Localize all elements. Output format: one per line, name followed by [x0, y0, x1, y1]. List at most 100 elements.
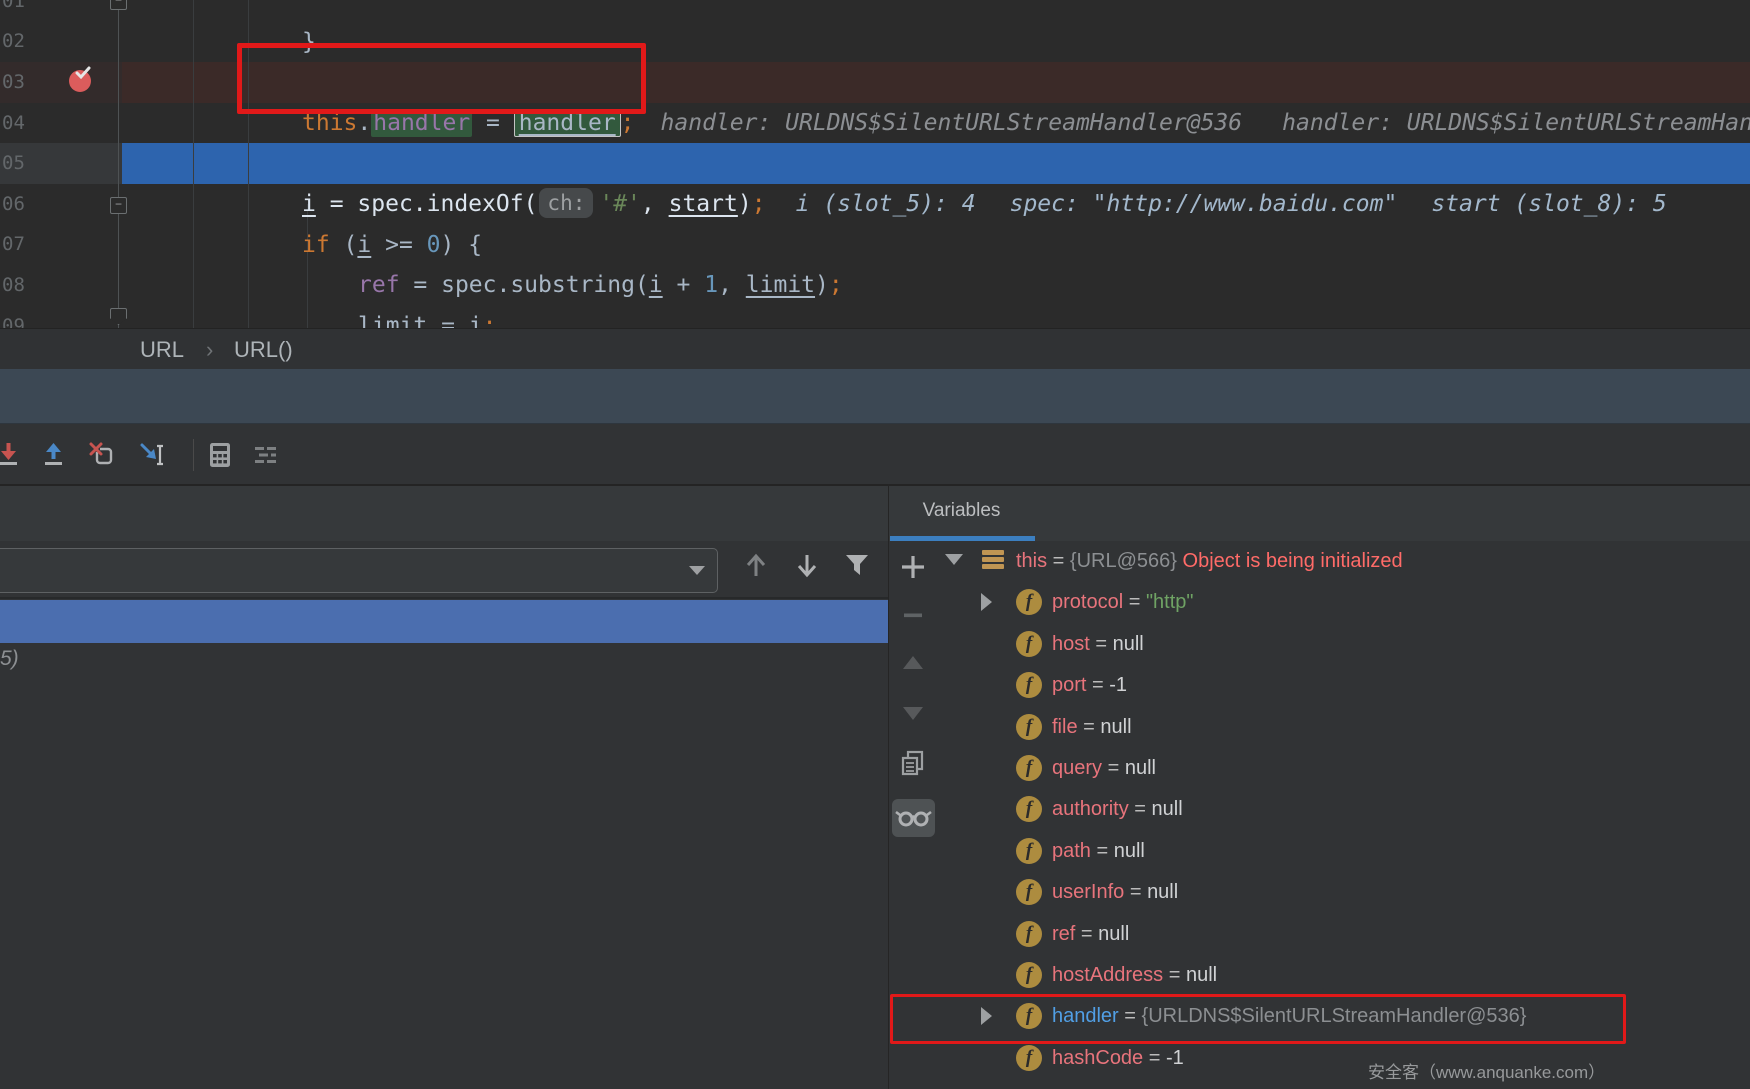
assign-token: = — [1143, 1047, 1166, 1069]
variable-row[interactable]: f handler = {URLDNS$SilentURLStreamHandl… — [938, 996, 1750, 1037]
variable-name: query — [1052, 757, 1102, 779]
variable-name: authority — [1052, 798, 1129, 820]
field-icon: f — [1016, 714, 1042, 740]
variable-row[interactable]: f host = null — [938, 624, 1750, 665]
field-icon: f — [1016, 921, 1042, 947]
variable-value: null — [1114, 840, 1145, 862]
tab-variables[interactable]: Variables — [888, 486, 1035, 541]
variable-row[interactable]: f hashCode = -1 — [938, 1038, 1750, 1079]
variable-value: null — [1098, 923, 1129, 945]
step-out-button[interactable] — [40, 441, 68, 469]
field-icon: f — [1016, 672, 1042, 698]
debug-toolwindow-band — [0, 369, 1750, 424]
variable-text: port = -1 — [1052, 665, 1127, 706]
previous-frame-button[interactable] — [742, 550, 770, 582]
remove-watch-button[interactable] — [899, 601, 927, 629]
variable-text: authority = null — [1052, 789, 1183, 830]
assign-token: = — [1102, 757, 1125, 779]
variable-value: null — [1147, 881, 1178, 903]
variable-row[interactable]: f hostAddress = null — [938, 955, 1750, 996]
duplicate-button[interactable] — [899, 749, 927, 777]
debugger-window: − − 01 02 03 04 05 06 07 08 09 } this.ha… — [0, 0, 1750, 1089]
fold-collapse-icon[interactable]: − — [110, 197, 127, 214]
chevron-right-icon: › — [206, 329, 213, 370]
variable-text: query = null — [1052, 748, 1156, 789]
watermark-text: 安全客（www.anquanke.com） — [1368, 1058, 1605, 1083]
debugger-tab-row: Variables — [0, 486, 1750, 541]
field-icon: f — [1016, 1045, 1042, 1071]
stack-frame-partial-text[interactable]: 5) — [0, 647, 19, 671]
toolbar-separator — [193, 439, 194, 471]
variable-value: -1 — [1166, 1047, 1184, 1069]
field-icon: f — [1016, 589, 1042, 615]
variable-row[interactable]: f authority = null — [938, 789, 1750, 830]
variable-value: -1 — [1109, 674, 1127, 696]
field-icon: f — [1016, 879, 1042, 905]
variable-name: host — [1052, 633, 1090, 655]
chevron-down-icon — [689, 566, 705, 575]
variable-name: hashCode — [1052, 1047, 1143, 1069]
code-editor[interactable]: − − 01 02 03 04 05 06 07 08 09 } this.ha… — [0, 0, 1750, 328]
filter-frames-icon[interactable] — [843, 550, 871, 582]
variable-value: null — [1152, 798, 1183, 820]
frames-panel: 5) — [0, 541, 888, 1089]
drop-frame-button[interactable] — [88, 441, 116, 469]
inline-debug-hint: handler: URLDNS$SilentURLStreamHandler@5… — [661, 110, 1243, 136]
variable-row[interactable]: f ref = null — [938, 914, 1750, 955]
glasses-icon — [892, 799, 935, 837]
variable-name: ref — [1052, 923, 1075, 945]
annotation-rect-breakpoint-line — [237, 43, 646, 114]
assign-token: = — [1091, 840, 1114, 862]
variable-row[interactable]: f protocol = "http" — [938, 582, 1750, 623]
variable-name: protocol — [1052, 591, 1123, 613]
variable-row-this[interactable]: this = {URL@566} Object is being initial… — [938, 541, 1750, 582]
selected-stack-frame-row[interactable] — [0, 600, 888, 643]
assign-token: = — [1075, 923, 1098, 945]
frames-list-top-border — [0, 597, 888, 599]
variable-row[interactable]: f path = null — [938, 831, 1750, 872]
step-into-button[interactable] — [0, 441, 22, 469]
view-options-button[interactable] — [252, 441, 280, 469]
move-down-button[interactable] — [899, 699, 927, 727]
expander-collapsed-icon[interactable] — [981, 593, 992, 611]
variable-text: host = null — [1052, 624, 1144, 665]
move-up-button[interactable] — [899, 649, 927, 677]
assign-token: = — [1124, 881, 1147, 903]
assign-token: = — [1047, 550, 1070, 572]
variable-name: userInfo — [1052, 881, 1124, 903]
object-icon — [982, 550, 1004, 572]
variables-tree: this = {URL@566} Object is being initial… — [938, 541, 1750, 1089]
field-icon: f — [1016, 755, 1042, 781]
variable-text: userInfo = null — [1052, 872, 1178, 913]
breadcrumb: URL › URL() — [0, 328, 1750, 370]
evaluate-expression-button[interactable] — [206, 441, 234, 469]
fold-collapse-icon[interactable]: − — [110, 0, 127, 10]
thread-selector-dropdown[interactable] — [0, 548, 718, 593]
run-to-cursor-button[interactable] — [138, 441, 166, 469]
field-icon: f — [1016, 796, 1042, 822]
next-frame-button[interactable] — [793, 550, 821, 582]
variable-ref: {URL@566} — [1070, 550, 1177, 572]
field-icon: f — [1016, 838, 1042, 864]
variable-row[interactable]: f port = -1 — [938, 665, 1750, 706]
variable-text: file = null — [1052, 707, 1132, 748]
expander-expanded-icon[interactable] — [945, 554, 963, 565]
assign-token: = — [1086, 674, 1109, 696]
assign-token: = — [1129, 798, 1152, 820]
show-watches-toggle[interactable] — [892, 799, 935, 837]
variable-name: hostAddress — [1052, 964, 1163, 986]
add-watch-button[interactable] — [899, 553, 927, 581]
variable-status-text: Object is being initialized — [1183, 550, 1403, 572]
variable-row[interactable]: f query = null — [938, 748, 1750, 789]
variable-name: port — [1052, 674, 1086, 696]
variable-value: null — [1113, 633, 1144, 655]
variable-value: null — [1125, 757, 1156, 779]
variable-row[interactable]: f file = null — [938, 707, 1750, 748]
field-icon: f — [1016, 962, 1042, 988]
variable-text: path = null — [1052, 831, 1145, 872]
tab-variables-label: Variables — [923, 500, 1001, 521]
variable-row[interactable]: f userInfo = null — [938, 872, 1750, 913]
assign-token: = — [1078, 716, 1101, 738]
breadcrumb-class[interactable]: URL — [140, 329, 184, 370]
breadcrumb-method[interactable]: URL() — [234, 329, 293, 370]
